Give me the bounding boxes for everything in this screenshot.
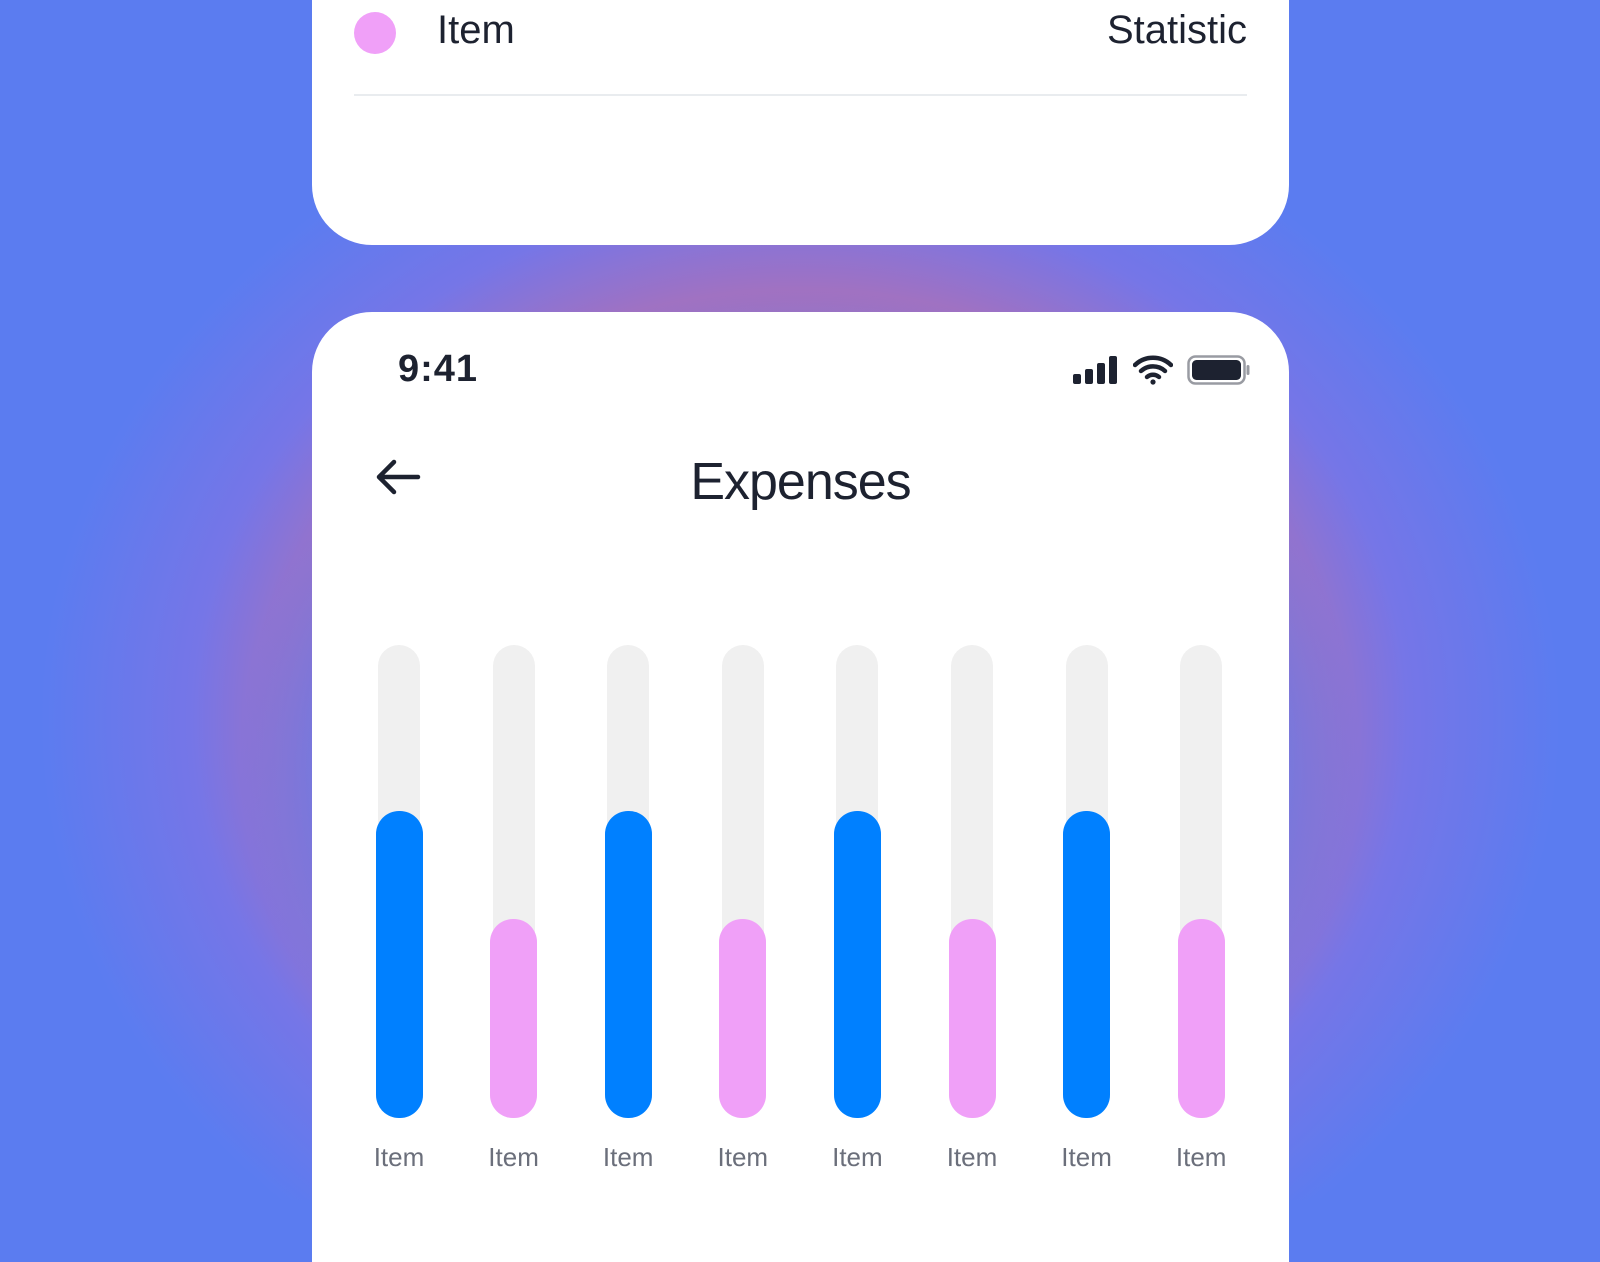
- expenses-bar-chart: Item Item Item Item Item Item Item Item: [312, 312, 1289, 1212]
- statistics-card: Item Statistic: [312, 0, 1289, 245]
- legend-dot: [354, 12, 396, 54]
- expenses-screen: 9:41 Expenses Item Item Item Item Item Item It…: [312, 312, 1289, 1262]
- chart-bar[interactable]: [1063, 810, 1111, 1118]
- category-label: Item: [1175, 1142, 1227, 1172]
- category-label: Item: [717, 1142, 769, 1172]
- category-label: Item: [832, 1142, 883, 1172]
- chart-bar[interactable]: [604, 810, 652, 1118]
- chart-bar[interactable]: [1177, 919, 1225, 1118]
- category-label: Item: [1061, 1142, 1112, 1172]
- chart-bar[interactable]: [375, 810, 423, 1118]
- legend-statistic-value: Statistic: [1106, 8, 1247, 52]
- category-label: Item: [602, 1142, 654, 1172]
- divider: [354, 94, 1247, 96]
- category-label: Item: [373, 1142, 425, 1172]
- chart-bar[interactable]: [833, 810, 881, 1118]
- category-label: Item: [946, 1142, 998, 1172]
- chart-bar[interactable]: [490, 919, 538, 1118]
- chart-bar[interactable]: [948, 919, 996, 1118]
- category-label: Item: [488, 1142, 539, 1172]
- legend-item-label: Item: [437, 8, 515, 52]
- chart-bar[interactable]: [719, 919, 767, 1118]
